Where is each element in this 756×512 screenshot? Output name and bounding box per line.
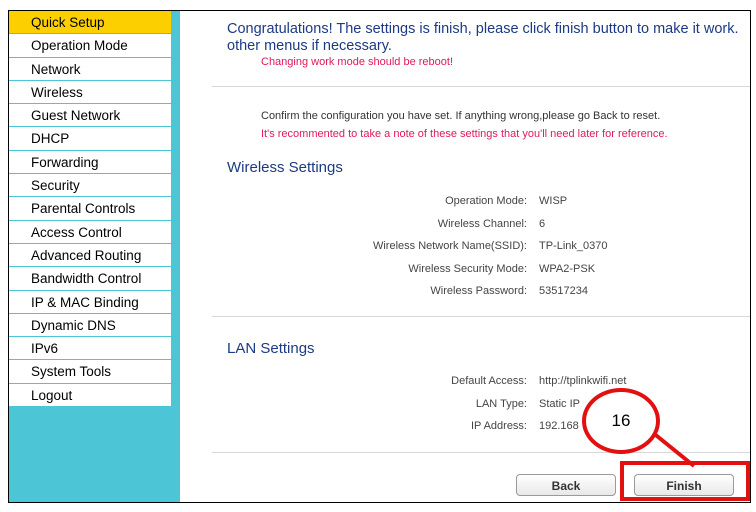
- step-callout: 16: [582, 388, 660, 454]
- finish-highlight-box: [620, 461, 750, 501]
